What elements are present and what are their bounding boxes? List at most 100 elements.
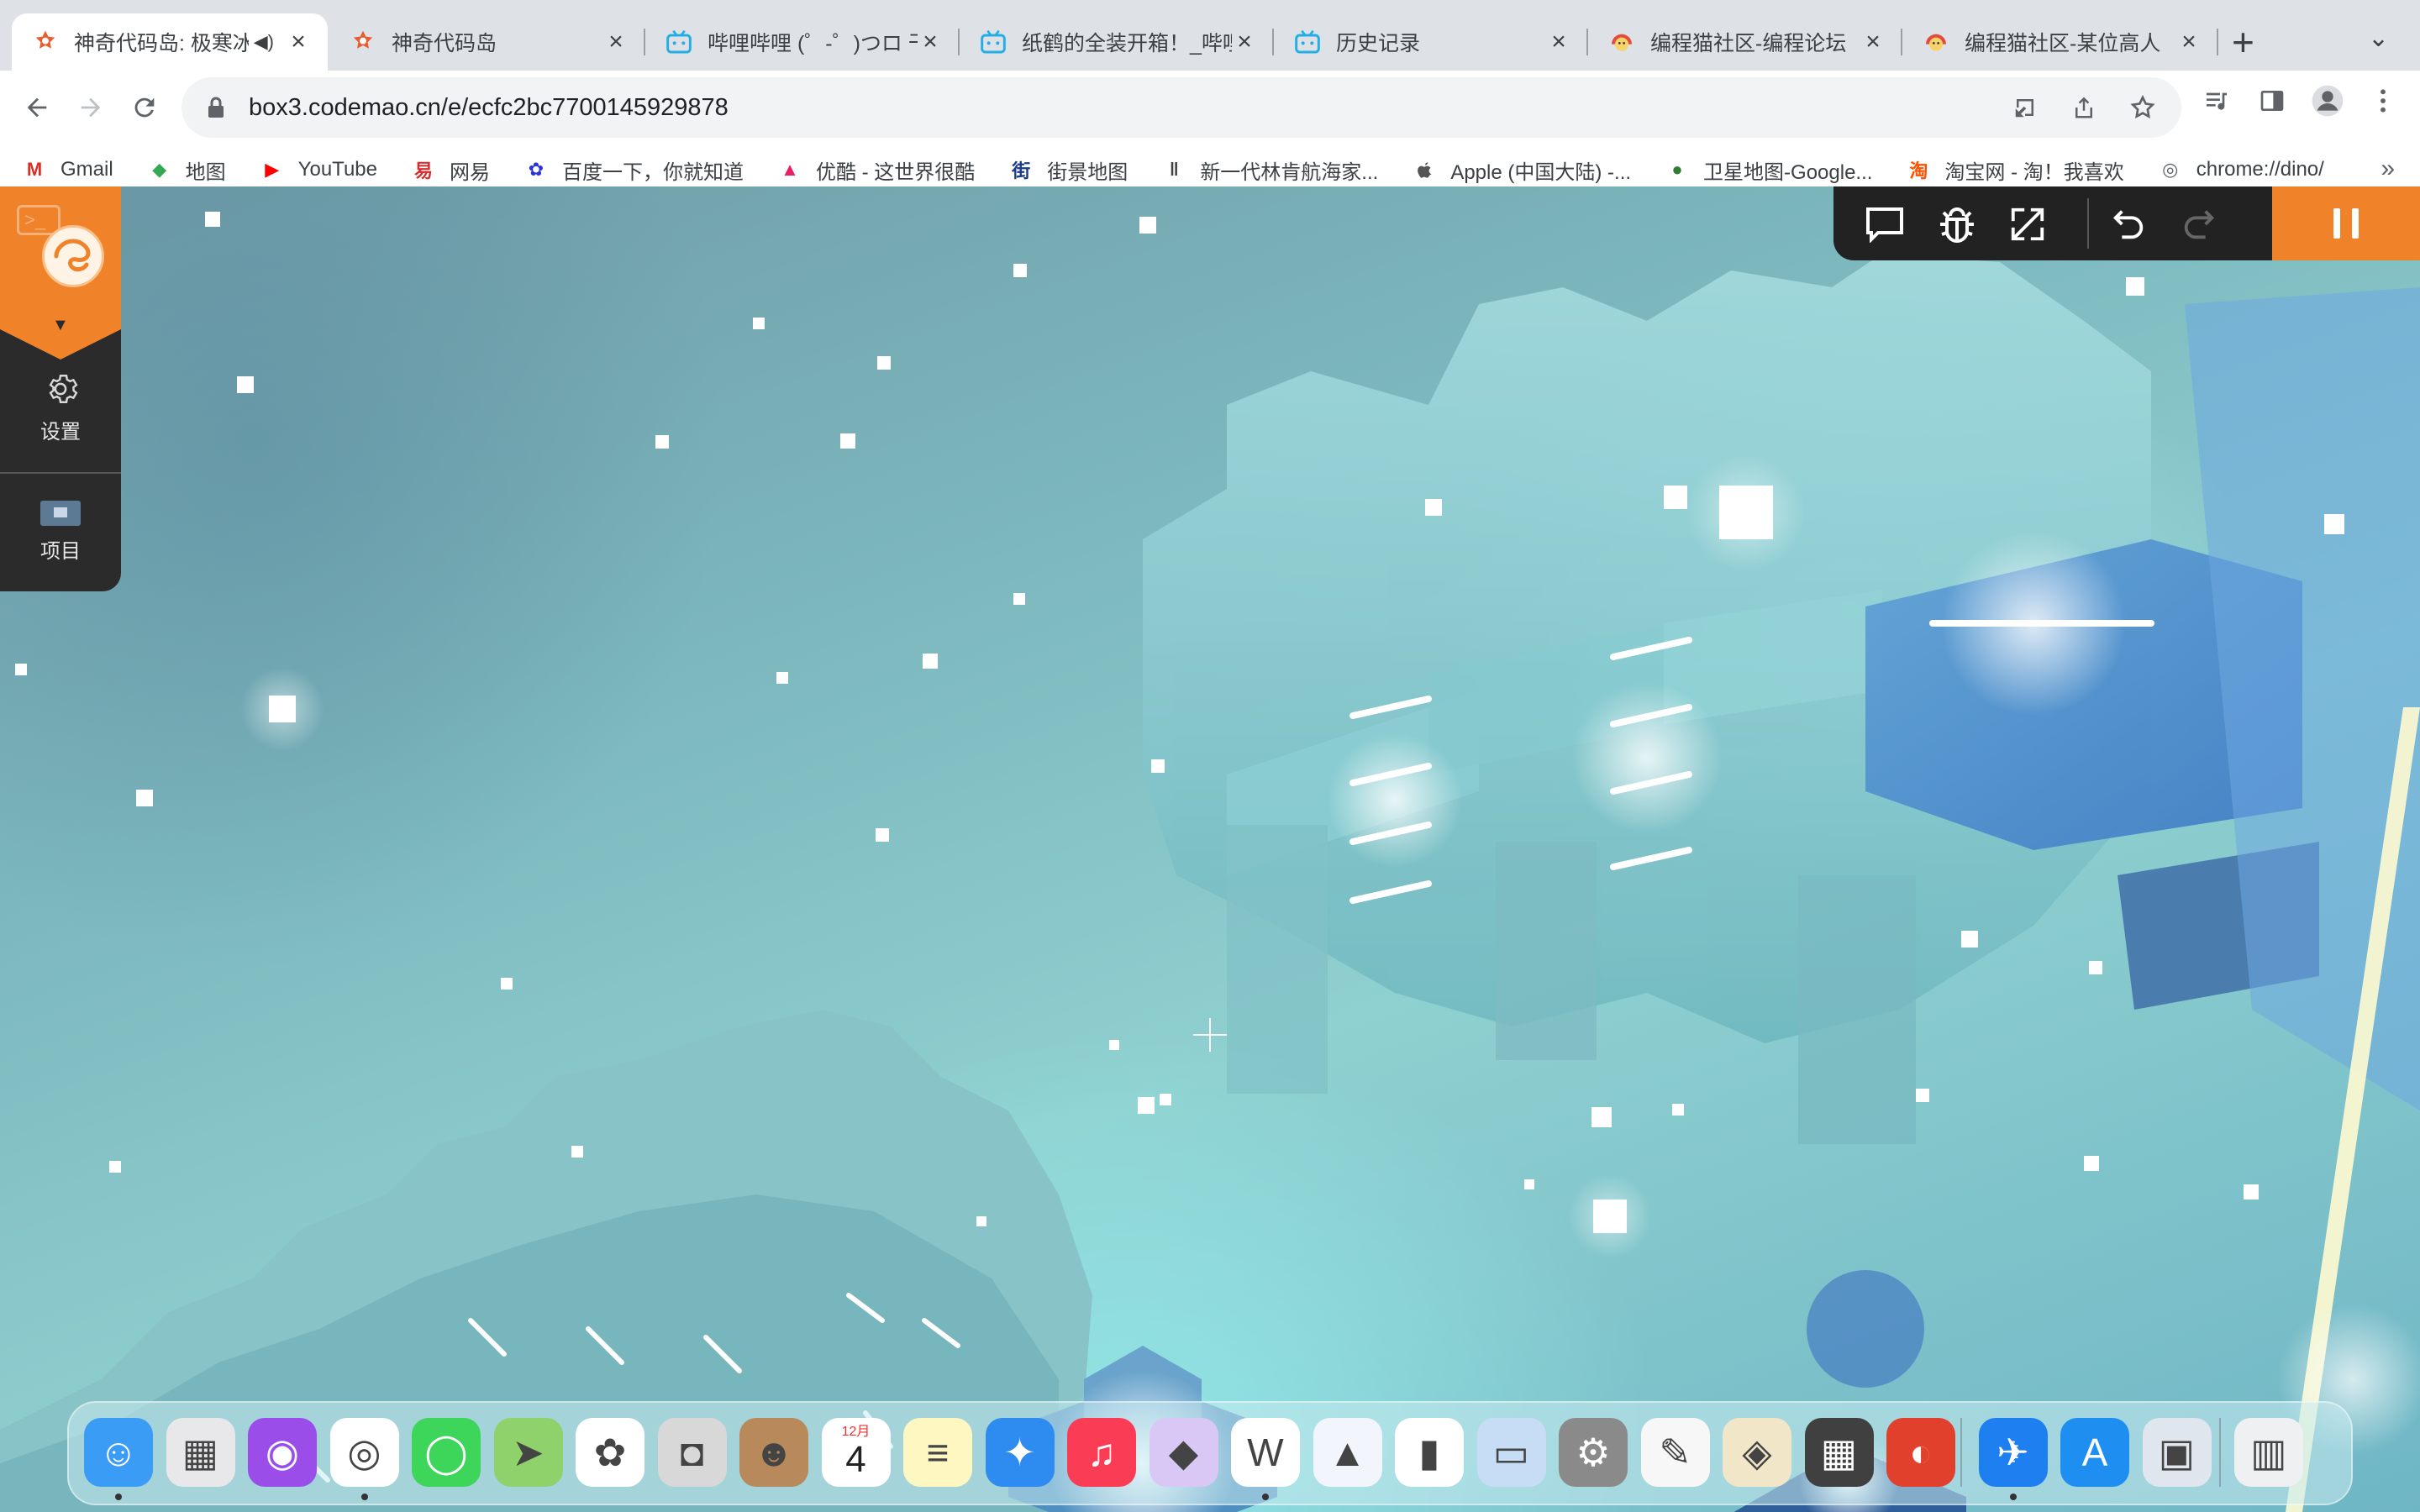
bookmark-label: chrome://dino/ xyxy=(2196,158,2324,181)
browser-tab-strip: 神奇代码岛: 极寒冰◀)×神奇代码岛×哔哩哔哩 (゜-゜)つロ 干杯×纸鹤的全装… xyxy=(0,0,2420,71)
debug-bug-icon[interactable] xyxy=(1936,203,1978,245)
bookmark-item[interactable]: ▲ 优酷 - 这世界很酷 xyxy=(777,155,975,185)
bookmark-item[interactable]: ● 卫星地图-Google... xyxy=(1665,155,1872,185)
running-indicator xyxy=(115,1494,122,1500)
browser-tab[interactable]: 编程猫社区-编程论坛 × xyxy=(1588,13,1902,71)
browser-tab[interactable]: 纸鹤的全装开箱！_哔哩 × xyxy=(960,13,1274,71)
address-bar[interactable]: box3.codemao.cn/e/ecfc2bc7700145929878 xyxy=(182,77,2181,138)
app-store-icon[interactable]: A xyxy=(2060,1418,2129,1487)
close-tab-icon[interactable]: × xyxy=(1546,28,1571,56)
more-menu-icon[interactable] xyxy=(2366,84,2400,118)
settings-button[interactable]: 设置 xyxy=(0,371,121,444)
bookmark-item[interactable]: 淘淘宝网 - 淘！我喜欢 xyxy=(1906,155,2123,185)
numbers-icon[interactable]: ▮ xyxy=(1395,1418,1464,1487)
speaker-icon[interactable]: ◀) xyxy=(254,31,274,53)
fullscreen-icon[interactable] xyxy=(2007,203,2049,245)
safari-icon[interactable]: ✦ xyxy=(985,1418,1055,1487)
pages-icon[interactable]: ✎ xyxy=(1640,1418,1710,1487)
running-indicator xyxy=(1262,1494,1269,1500)
close-tab-icon[interactable]: × xyxy=(1860,28,1886,56)
bookmark-item[interactable]: ◆ 地图 xyxy=(147,155,225,185)
bookmark-item[interactable]: ◎ chrome://dino/ xyxy=(2158,157,2324,182)
bookmark-item[interactable]: ‖ 新一代林肯航海家... xyxy=(1161,155,1379,185)
browser-tab[interactable]: 哔哩哔哩 (゜-゜)つロ 干杯× xyxy=(645,13,960,71)
calendar-icon[interactable]: 12月 4 xyxy=(821,1418,891,1487)
media-control-icon[interactable] xyxy=(2200,84,2233,118)
launchpad-icon[interactable]: ▦ xyxy=(166,1418,235,1487)
system-preferences-icon[interactable]: ⚙ xyxy=(1559,1418,1628,1487)
finder-icon[interactable]: ☺ xyxy=(84,1418,153,1487)
close-tab-icon[interactable]: × xyxy=(2176,28,2202,56)
pause-icon-bar xyxy=(2352,208,2359,239)
music-icon[interactable]: ♫ xyxy=(1067,1418,1136,1487)
contacts-icon[interactable]: ☻ xyxy=(739,1418,808,1487)
photos-icon[interactable]: ✿ xyxy=(576,1418,644,1487)
dock-glyph: ◆ xyxy=(1168,1431,1199,1474)
close-tab-icon[interactable]: × xyxy=(286,28,311,56)
reload-button[interactable] xyxy=(121,84,168,131)
bookmark-item[interactable]: ✿ 百度一下，你就知道 xyxy=(523,155,744,185)
forward-button[interactable] xyxy=(67,84,114,131)
bookmark-item[interactable]: Apple (中国大陆) -... xyxy=(1412,155,1631,185)
pause-button[interactable] xyxy=(2272,186,2420,260)
wps-icon[interactable]: W xyxy=(1231,1418,1300,1487)
instruments-icon[interactable]: ◐ xyxy=(1886,1418,1955,1487)
bookmarks-overflow-chevron-icon[interactable]: » xyxy=(2381,155,2395,183)
elixir-icon[interactable]: ◆ xyxy=(1149,1418,1218,1487)
browser-tab[interactable]: 神奇代码岛 × xyxy=(329,13,645,71)
close-tab-icon[interactable]: × xyxy=(918,28,943,56)
browser-toolbar: box3.codemao.cn/e/ecfc2bc7700145929878 M… xyxy=(0,71,2420,200)
undo-icon[interactable] xyxy=(2107,203,2149,245)
game-viewport[interactable]: >_ ▼ 设置 项目 xyxy=(0,186,2420,1512)
chrome-icon[interactable]: ◎ xyxy=(329,1418,399,1487)
messages-icon[interactable]: ◯ xyxy=(412,1418,481,1487)
macos-dock: ☺ ▦ ◉ ◎ ◯ ➤ ✿ ◘ ☻ 12月 4 ≡ ✦ ♫ ◆ W ▲ ▮ ▭ ⚙ ✎ ◈ ▦ ◐ ✈ A ▣ ▥ xyxy=(67,1401,2353,1505)
globe-icon: ● xyxy=(1671,159,1683,180)
testflight-icon[interactable]: ✈ xyxy=(1978,1418,2048,1487)
tab-title: 纸鹤的全装开箱！_哔哩 xyxy=(1022,32,1232,55)
maps-icon[interactable]: ➤ xyxy=(493,1418,563,1487)
back-button[interactable] xyxy=(13,84,60,131)
preview-icon[interactable]: ▣ xyxy=(2142,1418,2212,1487)
url-text[interactable]: box3.codemao.cn/e/ecfc2bc7700145929878 xyxy=(249,94,729,122)
dock-glyph: ✦ xyxy=(1003,1431,1036,1474)
bookmark-label: Gmail xyxy=(60,158,113,181)
notes-icon[interactable]: ≡ xyxy=(903,1418,972,1487)
keynote-icon[interactable]: ▲ xyxy=(1313,1418,1382,1487)
new-tab-button[interactable]: + xyxy=(2232,20,2254,64)
close-tab-icon[interactable]: × xyxy=(1232,28,1257,56)
bookmark-item[interactable]: 街街景地图 xyxy=(1008,155,1128,185)
trash-icon[interactable]: ▥ xyxy=(2234,1418,2303,1487)
bookmark-item[interactable]: ▶ YouTube xyxy=(260,157,377,182)
browser-tab[interactable]: 历史记录 × xyxy=(1274,13,1588,71)
dock-glyph: ➤ xyxy=(512,1431,544,1474)
close-tab-icon[interactable]: × xyxy=(603,28,629,56)
browser-tab[interactable]: 神奇代码岛: 极寒冰 ◀) × xyxy=(12,13,328,71)
dock-glyph: ▭ xyxy=(1492,1431,1530,1474)
tab-search-chevron-icon[interactable]: ⌄ xyxy=(2368,24,2389,53)
dock-glyph: ≡ xyxy=(926,1431,950,1474)
redo-icon[interactable] xyxy=(2178,203,2220,245)
bookmark-item[interactable]: 易网易 xyxy=(411,155,490,185)
share-icon[interactable] xyxy=(2067,91,2101,124)
chevron-down-icon: ▼ xyxy=(52,316,69,334)
reload-icon xyxy=(134,97,155,118)
dock-glyph: ▦ xyxy=(1820,1431,1858,1474)
bookmark-star-icon[interactable] xyxy=(2126,91,2160,124)
codemao-logo-area[interactable]: >_ xyxy=(0,186,121,329)
screenshot-icon[interactable]: ◘ xyxy=(657,1418,727,1487)
profile-avatar-icon[interactable] xyxy=(2311,84,2344,118)
screen-sharing-icon[interactable]: ▭ xyxy=(1476,1418,1546,1487)
side-panel-icon[interactable] xyxy=(2255,84,2289,118)
bookmark-item[interactable]: M Gmail xyxy=(22,157,113,182)
bookmark-label: Apple (中国大陆) -... xyxy=(1450,160,1632,184)
lock-icon[interactable] xyxy=(202,96,230,119)
dock-glyph: ▥ xyxy=(2250,1431,2287,1474)
install-app-icon[interactable] xyxy=(2008,91,2042,124)
podcasts-icon[interactable]: ◉ xyxy=(248,1418,317,1487)
color-picker-icon[interactable]: ◈ xyxy=(1723,1418,1791,1487)
browser-tab[interactable]: 编程猫社区-某位高人 × xyxy=(1902,13,2218,71)
chat-icon[interactable] xyxy=(1864,203,1906,245)
project-button[interactable]: 项目 xyxy=(0,501,121,564)
calculator-icon[interactable]: ▦ xyxy=(1804,1418,1874,1487)
